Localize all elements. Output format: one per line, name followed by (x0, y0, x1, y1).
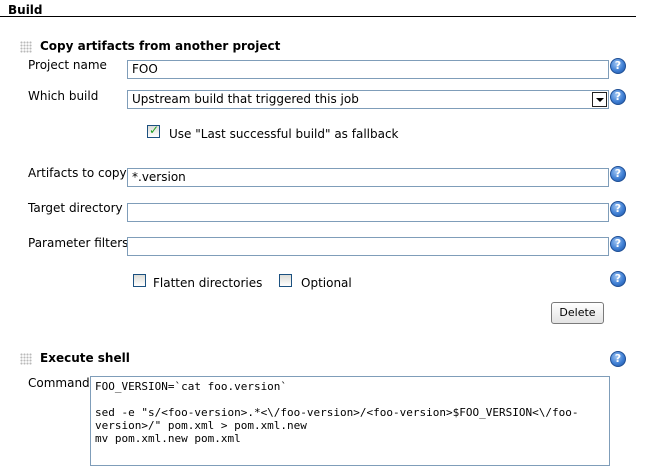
which-build-value: Upstream build that triggered this job (132, 92, 359, 106)
section-divider (0, 16, 636, 17)
which-build-label: Which build (28, 89, 99, 103)
help-icon[interactable]: ? (610, 201, 626, 217)
help-icon[interactable]: ? (610, 351, 626, 367)
section-title: Build (8, 3, 43, 17)
fallback-label: Use "Last successful build" as fallback (169, 127, 399, 141)
help-icon[interactable]: ? (610, 58, 626, 74)
which-build-select[interactable]: Upstream build that triggered this job (127, 90, 609, 109)
fallback-checkbox[interactable] (147, 123, 160, 138)
help-icon[interactable]: ? (610, 166, 626, 182)
artifacts-label: Artifacts to copy (28, 166, 127, 180)
parameter-filters-input[interactable] (127, 237, 609, 256)
execute-shell-title: Execute shell (40, 351, 130, 365)
flatten-directories-checkbox[interactable] (133, 274, 146, 287)
optional-checkbox[interactable] (279, 274, 292, 287)
drag-grip-icon[interactable] (20, 353, 32, 365)
delete-button[interactable]: Delete (551, 302, 604, 324)
target-directory-label: Target directory (28, 201, 123, 215)
command-textarea[interactable]: FOO_VERSION=`cat foo.version` sed -e "s/… (90, 376, 610, 466)
flatten-directories-label: Flatten directories (153, 276, 263, 290)
project-name-input[interactable]: FOO (127, 60, 609, 79)
target-directory-input[interactable] (127, 203, 609, 222)
copy-artifacts-title: Copy artifacts from another project (40, 39, 281, 53)
command-label: Command (28, 376, 90, 390)
drag-grip-icon[interactable] (20, 41, 32, 53)
help-icon[interactable]: ? (610, 236, 626, 252)
help-icon[interactable]: ? (610, 89, 626, 105)
artifacts-input[interactable]: *.version (127, 168, 609, 187)
optional-label: Optional (301, 276, 352, 290)
project-name-label: Project name (28, 58, 107, 72)
parameter-filters-label: Parameter filters (28, 236, 129, 250)
help-icon[interactable]: ? (610, 271, 626, 287)
chevron-down-icon[interactable] (592, 92, 607, 107)
